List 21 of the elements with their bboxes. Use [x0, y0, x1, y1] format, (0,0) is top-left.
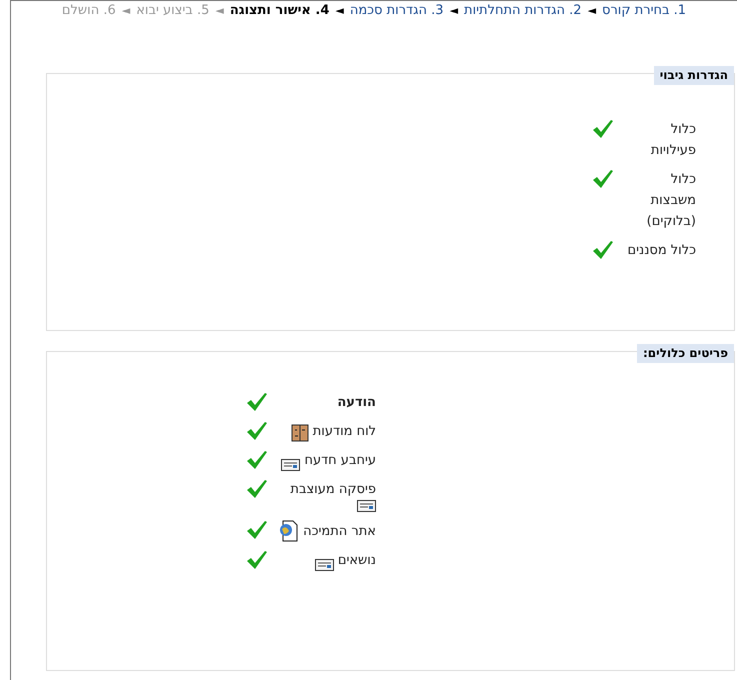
card-icon [281, 459, 300, 471]
option-label: כלול מסננים [627, 242, 696, 260]
item-label: עיחבע חדעח [304, 452, 376, 470]
web-page-icon [279, 520, 300, 542]
panel-legend: הגדרות גיבוי [654, 66, 734, 85]
item-label: פיסקה מעוצבת [290, 481, 376, 499]
board-icon [290, 424, 309, 442]
option-label: כלול משבצות (בלוקים) [646, 171, 696, 231]
item-label: אתר התמיכה [303, 523, 376, 541]
arrow-separator: ◄ [215, 4, 224, 17]
option-label: כלול פעילויות [650, 121, 696, 160]
card-icon [357, 500, 376, 512]
card-icon [314, 559, 334, 571]
panel-legend: פריטים כלולים: [637, 344, 734, 363]
arrow-separator: ◄ [122, 4, 130, 17]
item-label: הודעה [337, 394, 376, 412]
item-label: לוח מודעות [312, 423, 376, 441]
arrow-separator: ◄ [588, 4, 596, 17]
arrow-separator: ◄ [450, 4, 458, 17]
arrow-separator: ◄ [335, 4, 344, 17]
item-label: נושאים [338, 552, 376, 570]
